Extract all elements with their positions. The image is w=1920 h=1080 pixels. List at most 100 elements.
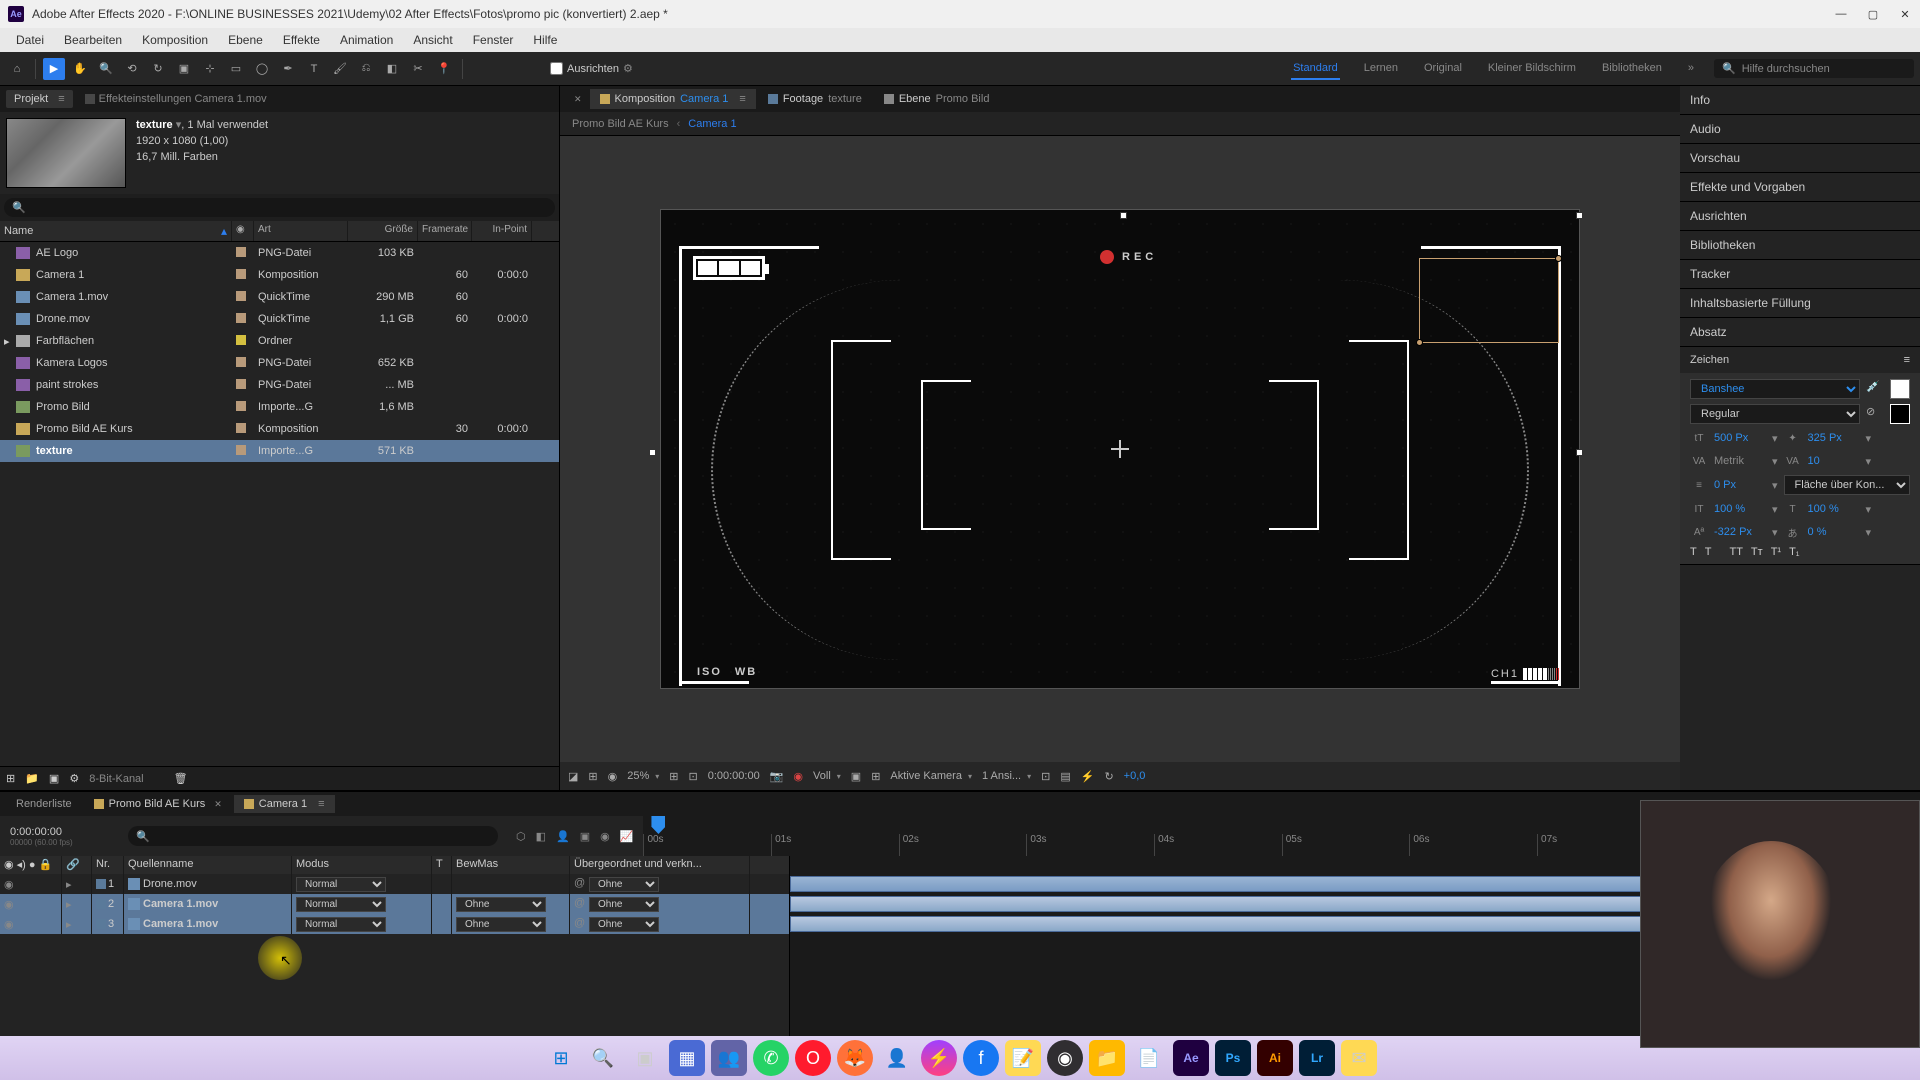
ellipse-tool[interactable]: ◯: [251, 58, 273, 80]
panel-vorschau[interactable]: Vorschau: [1680, 144, 1920, 172]
workspace-lernen[interactable]: Lernen: [1362, 58, 1400, 80]
workspace-original[interactable]: Original: [1422, 58, 1464, 80]
taskbar-messenger-icon[interactable]: ⚡: [921, 1040, 957, 1076]
snapshot-icon[interactable]: 📷: [770, 770, 784, 783]
close-button[interactable]: ✕: [1898, 7, 1912, 21]
tl-tab-camera1[interactable]: Camera 1 ≡: [234, 795, 335, 813]
tracking-field[interactable]: 10: [1808, 455, 1860, 467]
panel-bibliotheken[interactable]: Bibliotheken: [1680, 231, 1920, 259]
help-search[interactable]: 🔍 Hilfe durchsuchen: [1714, 59, 1914, 78]
grid-icon[interactable]: ⊞: [669, 770, 678, 783]
smallcaps-icon[interactable]: Tт: [1751, 546, 1763, 558]
draft3d-icon[interactable]: ◧: [536, 830, 546, 843]
project-item[interactable]: Promo Bild AE Kurs Komposition 30 0:00:0: [0, 418, 559, 440]
pickwhip-icon[interactable]: @: [574, 917, 589, 932]
panel-tracker[interactable]: Tracker: [1680, 260, 1920, 288]
region-icon[interactable]: ▣: [851, 770, 861, 783]
kerning-field[interactable]: Metrik: [1714, 455, 1766, 467]
expand-icon[interactable]: ▸: [66, 898, 78, 910]
interpret-icon[interactable]: ⊞: [6, 772, 15, 785]
fill-over-select[interactable]: Fläche über Kon...: [1784, 475, 1910, 495]
visibility-icon[interactable]: ◉: [4, 918, 16, 930]
expand-icon[interactable]: ▸: [66, 878, 78, 890]
anchor-tool[interactable]: ⊹: [199, 58, 221, 80]
timecode-display[interactable]: 0:00:00:00 00000 (60.00 fps): [0, 826, 120, 847]
maximize-button[interactable]: ▢: [1866, 7, 1880, 21]
motion-blur-icon[interactable]: ◉: [600, 830, 610, 843]
pixel-icon[interactable]: ▤: [1060, 770, 1070, 783]
pen-tool[interactable]: ✒: [277, 58, 299, 80]
timeline-search[interactable]: 🔍: [128, 826, 498, 846]
bit-depth[interactable]: 8-Bit-Kanal: [89, 773, 143, 785]
bold-icon[interactable]: T: [1690, 546, 1697, 558]
color-icon[interactable]: ◉: [793, 770, 803, 783]
trash-icon[interactable]: 🗑: [174, 772, 188, 785]
column-fps[interactable]: Framerate: [418, 221, 472, 241]
project-item[interactable]: Kamera Logos PNG-Datei 652 KB: [0, 352, 559, 374]
stroke-color-chip[interactable]: [1890, 404, 1910, 424]
taskbar-notepad-icon[interactable]: 📄: [1131, 1040, 1167, 1076]
layer-row[interactable]: ◉ ▸ 1 Drone.mov Normal @Ohne: [0, 874, 789, 894]
workspace-more-icon[interactable]: »: [1686, 58, 1696, 80]
column-size[interactable]: Größe: [348, 221, 418, 241]
zoom-tool[interactable]: 🔍: [95, 58, 117, 80]
track-matte-select[interactable]: Ohne: [456, 897, 546, 912]
italic-icon[interactable]: T: [1705, 546, 1712, 558]
composition-canvas[interactable]: REC: [660, 209, 1580, 689]
stamp-tool[interactable]: ⎌: [355, 58, 377, 80]
taskbar-whatsapp-icon[interactable]: ✆: [753, 1040, 789, 1076]
caps-icon[interactable]: TT: [1729, 546, 1742, 558]
shy-icon[interactable]: 👤: [556, 830, 570, 843]
taskbar-app-icon[interactable]: 👤: [879, 1040, 915, 1076]
no-color-icon[interactable]: ⊘: [1866, 405, 1884, 423]
project-item[interactable]: Promo Bild Importe...G 1,6 MB: [0, 396, 559, 418]
effect-controls-tab[interactable]: Effekteinstellungen Camera 1.mov: [77, 90, 275, 108]
transparency-icon[interactable]: ⊞: [871, 770, 880, 783]
breadcrumb-parent[interactable]: Promo Bild AE Kurs: [572, 118, 669, 130]
column-name[interactable]: Name▴: [0, 221, 232, 241]
puppet-tool[interactable]: 📍: [433, 58, 455, 80]
layer-row[interactable]: ◉ ▸ 2 Camera 1.mov Normal Ohne @Ohne: [0, 894, 789, 914]
resolution-dropdown[interactable]: Voll: [813, 770, 841, 782]
snap-options-icon[interactable]: ⚙: [623, 62, 633, 75]
parent-select[interactable]: Ohne: [589, 897, 659, 912]
panel-effekte[interactable]: Effekte und Vorgaben: [1680, 173, 1920, 201]
taskbar-opera-icon[interactable]: O: [795, 1040, 831, 1076]
guide-icon[interactable]: ⊡: [689, 770, 698, 783]
breadcrumb-current[interactable]: Camera 1: [688, 118, 736, 130]
taskbar-ps-icon[interactable]: Ps: [1215, 1040, 1251, 1076]
channel-icon[interactable]: ⊞: [588, 770, 597, 783]
blend-mode-select[interactable]: Normal: [296, 877, 386, 892]
orbit-tool[interactable]: ⟲: [121, 58, 143, 80]
vscale-field[interactable]: 100 %: [1714, 503, 1766, 515]
parent-select[interactable]: Ohne: [589, 917, 659, 932]
eyedropper-icon[interactable]: 💉: [1866, 380, 1884, 398]
rect-tool[interactable]: ▭: [225, 58, 247, 80]
project-item[interactable]: ▸Farbflächen Ordner: [0, 330, 559, 352]
baseline-field[interactable]: -322 Px: [1714, 526, 1766, 538]
parent-select[interactable]: Ohne: [589, 877, 659, 892]
camera-dropdown[interactable]: Aktive Kamera: [890, 770, 972, 782]
project-item[interactable]: AE Logo PNG-Datei 103 KB: [0, 242, 559, 264]
taskbar-tasks-icon[interactable]: ▣: [627, 1040, 663, 1076]
viewer-time[interactable]: 0:00:00:00: [708, 770, 760, 782]
taskbar-ai-icon[interactable]: Ai: [1257, 1040, 1293, 1076]
taskbar-notes-icon[interactable]: 📝: [1005, 1040, 1041, 1076]
taskbar-explorer-icon[interactable]: 📁: [1089, 1040, 1125, 1076]
selection-tool[interactable]: ▶: [43, 58, 65, 80]
taskbar-obs-icon[interactable]: ◉: [1047, 1040, 1083, 1076]
project-search[interactable]: 🔍: [4, 198, 555, 217]
menu-animation[interactable]: Animation: [332, 31, 401, 49]
column-art[interactable]: Art: [254, 221, 348, 241]
super-icon[interactable]: T¹: [1771, 546, 1781, 558]
playhead[interactable]: [651, 816, 665, 834]
comp-flowchart-icon[interactable]: ⬡: [516, 830, 526, 843]
settings-icon[interactable]: ⚙: [69, 772, 79, 785]
menu-effekte[interactable]: Effekte: [275, 31, 328, 49]
brush-tool[interactable]: 🖌: [329, 58, 351, 80]
footage-tab-texture[interactable]: Footage texture: [758, 89, 872, 109]
taskbar-ae-icon[interactable]: Ae: [1173, 1040, 1209, 1076]
text-tool[interactable]: T: [303, 58, 325, 80]
taskbar-teams-icon[interactable]: 👥: [711, 1040, 747, 1076]
view-icon[interactable]: ⊡: [1041, 770, 1050, 783]
